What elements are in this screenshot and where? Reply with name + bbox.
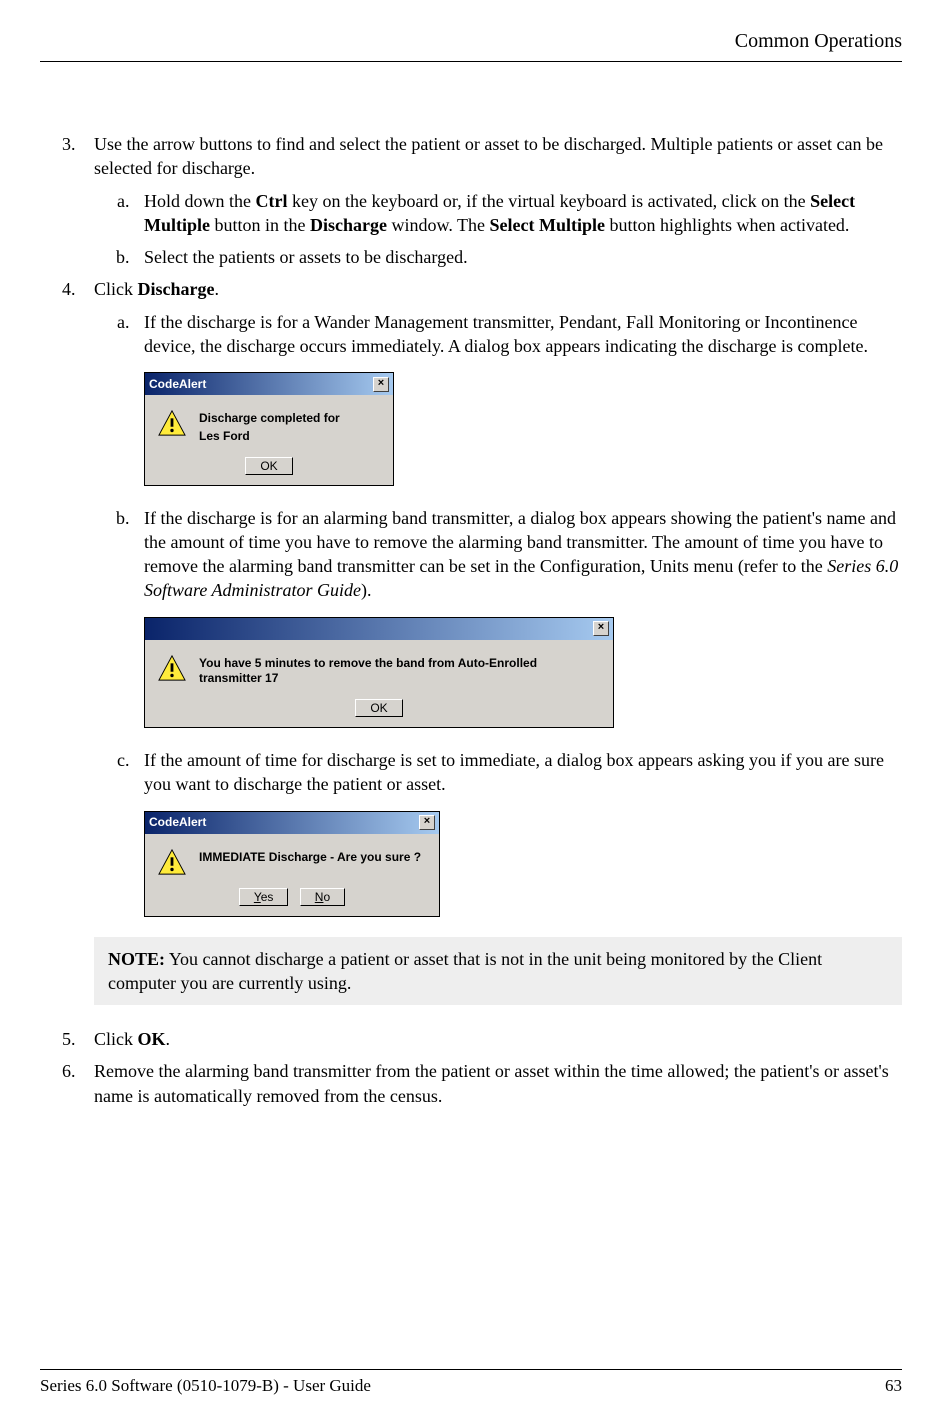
- dialog-buttons: OK: [157, 457, 381, 475]
- t: button highlights when activated.: [605, 215, 849, 235]
- dialog-body: Discharge completed for Les Ford OK: [145, 395, 393, 484]
- t: Ctrl: [256, 191, 288, 211]
- step-4: Click Discharge. If the discharge is for…: [80, 277, 902, 1005]
- close-icon[interactable]: ×: [593, 621, 609, 636]
- step-4a-text: If the discharge is for a Wander Managem…: [144, 312, 868, 356]
- step-5: Click OK.: [80, 1027, 902, 1051]
- t: Select Multiple: [489, 215, 604, 235]
- warning-icon: [157, 409, 187, 437]
- msg-line1: Discharge completed for: [199, 409, 340, 427]
- step-3a: Hold down the Ctrl key on the keyboard o…: [134, 189, 902, 238]
- dialog-row: Discharge completed for Les Ford: [157, 409, 381, 444]
- t: OK: [138, 1029, 166, 1049]
- t: button in the: [210, 215, 310, 235]
- dialog-body: IMMEDIATE Discharge - Are you sure ? Yes…: [145, 834, 439, 916]
- ok-button[interactable]: OK: [245, 457, 292, 475]
- note-text: You cannot discharge a patient or asset …: [108, 949, 822, 993]
- dialog-title: CodeAlert: [149, 814, 206, 830]
- codealert-dialog: CodeAlert ×: [144, 372, 394, 485]
- dialog-message: Discharge completed for Les Ford: [199, 409, 340, 444]
- dialog-buttons: Yes No: [157, 888, 427, 906]
- dialog-row: You have 5 minutes to remove the band fr…: [157, 654, 601, 687]
- step-3-text: Use the arrow buttons to find and select…: [94, 134, 883, 178]
- dialog-titlebar: ×: [145, 618, 613, 640]
- t: Click: [94, 1029, 138, 1049]
- t: Click: [94, 279, 138, 299]
- dialog-message: IMMEDIATE Discharge - Are you sure ?: [199, 848, 421, 866]
- no-button[interactable]: No: [300, 888, 345, 906]
- step-3: Use the arrow buttons to find and select…: [80, 132, 902, 269]
- dialog-3-container: CodeAlert × IMMEDI: [144, 811, 902, 917]
- step-4b: If the discharge is for an alarming band…: [134, 506, 902, 728]
- warning-icon: [157, 848, 187, 876]
- dialog-titlebar: CodeAlert ×: [145, 373, 393, 395]
- step-4-sublist: If the discharge is for a Wander Managem…: [94, 310, 902, 917]
- t: o: [323, 890, 330, 904]
- t: .: [166, 1029, 171, 1049]
- note-block: NOTE: You cannot discharge a patient or …: [94, 937, 902, 1006]
- step-4c: If the amount of time for discharge is s…: [134, 748, 902, 917]
- t: .: [214, 279, 219, 299]
- note-label: NOTE:: [108, 949, 165, 969]
- t: es: [261, 890, 274, 904]
- dialog-buttons: OK: [157, 699, 601, 717]
- dialog-titlebar: CodeAlert ×: [145, 812, 439, 834]
- t: ).: [361, 580, 372, 600]
- step-4c-text: If the amount of time for discharge is s…: [144, 750, 884, 794]
- close-icon[interactable]: ×: [419, 815, 435, 830]
- step-6: Remove the alarming band transmitter fro…: [80, 1059, 902, 1108]
- footer-page-number: 63: [885, 1376, 902, 1396]
- t: Discharge: [138, 279, 215, 299]
- t: Hold down the: [144, 191, 256, 211]
- warning-icon: [157, 654, 187, 682]
- dialog-2-container: × You have 5 minutes to remove the: [144, 617, 902, 728]
- step-3b: Select the patients or assets to be disc…: [134, 245, 902, 269]
- dialog-body: You have 5 minutes to remove the band fr…: [145, 640, 613, 727]
- t: window. The: [387, 215, 490, 235]
- dialog-row: IMMEDIATE Discharge - Are you sure ?: [157, 848, 427, 876]
- immediate-discharge-dialog: CodeAlert × IMMEDI: [144, 811, 440, 917]
- page: Common Operations Use the arrow buttons …: [0, 0, 942, 1108]
- t: key on the keyboard or, if the virtual k…: [287, 191, 810, 211]
- footer-left: Series 6.0 Software (0510-1079-B) - User…: [40, 1376, 371, 1396]
- msg-line2: Les Ford: [199, 427, 340, 445]
- step-4a: If the discharge is for a Wander Managem…: [134, 310, 902, 486]
- dialog-message: You have 5 minutes to remove the band fr…: [199, 654, 601, 687]
- t: Y: [254, 890, 261, 904]
- close-icon[interactable]: ×: [373, 377, 389, 392]
- t: Discharge: [310, 215, 387, 235]
- dialog-title: CodeAlert: [149, 376, 206, 392]
- page-footer: Series 6.0 Software (0510-1079-B) - User…: [40, 1369, 902, 1396]
- main-ordered-list: Use the arrow buttons to find and select…: [40, 132, 902, 1108]
- remove-band-dialog: × You have 5 minutes to remove the: [144, 617, 614, 728]
- ok-button[interactable]: OK: [355, 699, 402, 717]
- yes-button[interactable]: Yes: [239, 888, 289, 906]
- page-header: Common Operations: [40, 30, 902, 62]
- dialog-1-container: CodeAlert ×: [144, 372, 902, 485]
- t: If the discharge is for an alarming band…: [144, 508, 896, 577]
- step-3-sublist: Hold down the Ctrl key on the keyboard o…: [94, 189, 902, 270]
